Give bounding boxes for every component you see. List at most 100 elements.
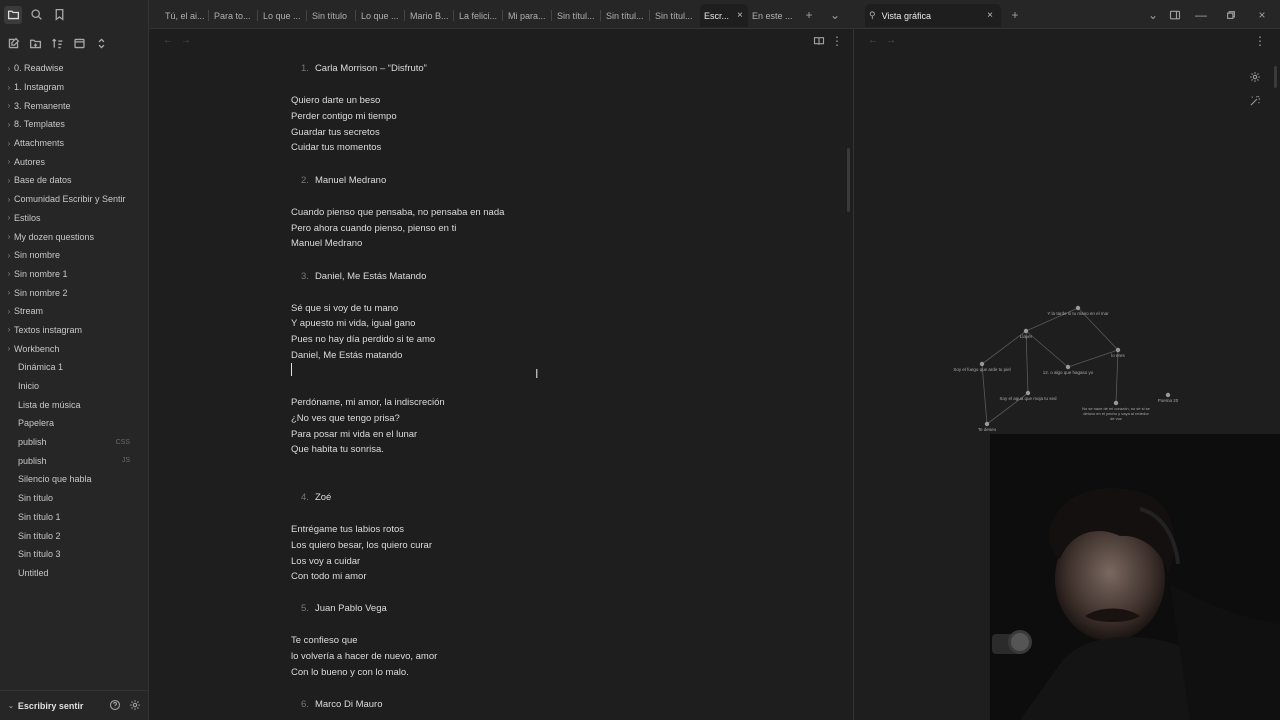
new-tab-plus-icon[interactable]: + [1007,7,1023,23]
sort-icon[interactable] [48,34,66,52]
folder-item[interactable]: › 8. Templates [0,115,148,134]
folder-item[interactable]: › Autores [0,152,148,171]
reading-view-icon[interactable] [811,33,827,49]
tab[interactable]: Para to... [210,4,255,27]
file-item[interactable]: Sin título 3 [0,545,148,564]
graph-node[interactable] [1115,347,1121,353]
lyric-line: Pues no hay día perdido si te amo [291,334,436,345]
help-icon[interactable] [109,699,121,713]
webcam-overlay [990,434,1280,720]
file-item[interactable]: Dinámica 1 [0,358,148,377]
folder-item[interactable]: › Comunidad Escribir y Sentir [0,190,148,209]
collapse-icon[interactable] [70,34,88,52]
folder-item[interactable]: › 0. Readwise [0,59,148,78]
folder-item[interactable]: › Base de datos [0,171,148,190]
tab[interactable]: Sin títul... [602,4,647,27]
tree-item-label: Sin título 2 [18,530,61,541]
settings-gear-icon[interactable] [129,699,141,713]
file-item[interactable]: Inicio [0,377,148,396]
graph-link [1025,330,1029,394]
list-number: 3. [301,271,309,282]
lyric-line: Pero ahora cuando pienso, pienso en ti [291,223,457,234]
folder-item[interactable]: › Workbench [0,339,148,358]
graph-node-label: Soy el agua que moja tu sed [999,396,1057,401]
restore-window-icon[interactable] [1223,7,1239,23]
new-note-icon[interactable] [4,34,22,52]
chevron-right-icon: › [7,101,11,111]
graph-node-label: Te deseo [978,427,997,432]
tab-label: Tú, el ai... [165,10,205,21]
list-number: 1. [301,63,309,74]
tab-list-chevron-icon[interactable]: ⌄ [1145,7,1161,23]
minimize-window-icon[interactable]: — [1193,7,1209,23]
close-tab-icon[interactable]: × [737,10,743,21]
tab[interactable]: Tú, el ai... [161,4,206,27]
list-number: 2. [301,175,309,186]
forward-arrow-icon[interactable]: → [181,35,191,46]
new-folder-icon[interactable] [26,34,44,52]
tab-graph-view[interactable]: ⚲ Vista gráfica × [865,4,1001,27]
graph-node[interactable] [1025,390,1031,396]
folder-item[interactable]: › Sin nombre 2 [0,283,148,302]
folder-icon[interactable] [4,5,22,24]
tab[interactable]: Sin título [308,4,353,27]
tab[interactable]: Mario B... [406,4,451,27]
file-item[interactable]: Lista de música [0,395,148,414]
new-tab-plus-icon[interactable]: + [801,7,817,23]
vault-switcher[interactable]: ⌄ Escribiry sentir [0,690,149,720]
graph-node[interactable] [1113,400,1119,406]
graph-node[interactable] [1165,392,1171,398]
file-item[interactable]: Sin título [0,489,148,508]
tab-active[interactable]: Escr... × [700,4,748,27]
tab[interactable]: Sin títul... [651,4,696,27]
graph-canvas[interactable]: Y la tarde si tu mano en el mar Llayer lo … [854,29,1280,434]
folder-item[interactable]: › 3. Remanente [0,96,148,115]
graph-node[interactable] [1065,364,1071,370]
folder-item[interactable]: › Textos instagram [0,321,148,340]
more-options-icon[interactable]: ⋮ [829,33,845,49]
tab[interactable]: Sin títul... [553,4,598,27]
mouse-ibeam-icon: I [535,367,539,381]
file-item[interactable]: Sin título 2 [0,526,148,545]
editor-pane[interactable]: ← → ⋮ 1. Carla Morrison – “Disfruto” Quier… [149,29,853,720]
tab[interactable]: Lo que ... [357,4,402,27]
tab-label: Mi para... [508,10,546,21]
file-item[interactable]: Papelera [0,414,148,433]
graph-node[interactable] [984,421,990,427]
graph-node[interactable] [1075,305,1081,311]
search-icon[interactable] [27,6,45,24]
tab-list-chevron-icon[interactable]: ⌄ [827,7,843,23]
file-item[interactable]: Sin título 1 [0,508,148,527]
tab[interactable]: En este ... [748,4,793,27]
tab[interactable]: Mi para... [504,4,549,27]
close-window-icon[interactable]: × [1254,7,1270,23]
lyric-line: Guardar tus secretos [291,127,380,138]
toggle-right-sidebar-icon[interactable] [1167,7,1183,23]
tab[interactable]: Lo que ... [259,4,304,27]
graph-animate-wand-icon[interactable] [1249,95,1261,110]
expand-icon[interactable] [92,34,110,52]
tree-item-label: 1. Instagram [14,82,65,93]
graph-node[interactable] [1023,328,1029,334]
graph-node[interactable] [979,361,985,367]
folder-item[interactable]: › Attachments [0,134,148,153]
folder-item[interactable]: › Stream [0,302,148,321]
graph-settings-gear-icon[interactable] [1249,71,1261,86]
graph-view-pane[interactable]: ← → ⋮ Y la tarde si tu mano en el mar Lla… [854,29,1280,434]
graph-link [981,363,988,425]
folder-item[interactable]: › My dozen questions [0,227,148,246]
folder-item[interactable]: › Sin nombre [0,246,148,265]
file-item[interactable]: publish CSS [0,433,148,452]
editor-scrollbar[interactable] [847,148,850,212]
file-item[interactable]: Untitled [0,564,148,583]
folder-item[interactable]: › 1. Instagram [0,78,148,97]
bookmark-icon[interactable] [50,6,68,24]
graph-scrollbar[interactable] [1274,66,1277,88]
tab[interactable]: La felici... [455,4,500,27]
back-arrow-icon[interactable]: ← [163,35,173,46]
folder-item[interactable]: › Sin nombre 1 [0,265,148,284]
file-item[interactable]: publish JS [0,451,148,470]
file-item[interactable]: Silencio que habla [0,470,148,489]
folder-item[interactable]: › Estilos [0,209,148,228]
close-tab-icon[interactable]: × [987,10,993,21]
